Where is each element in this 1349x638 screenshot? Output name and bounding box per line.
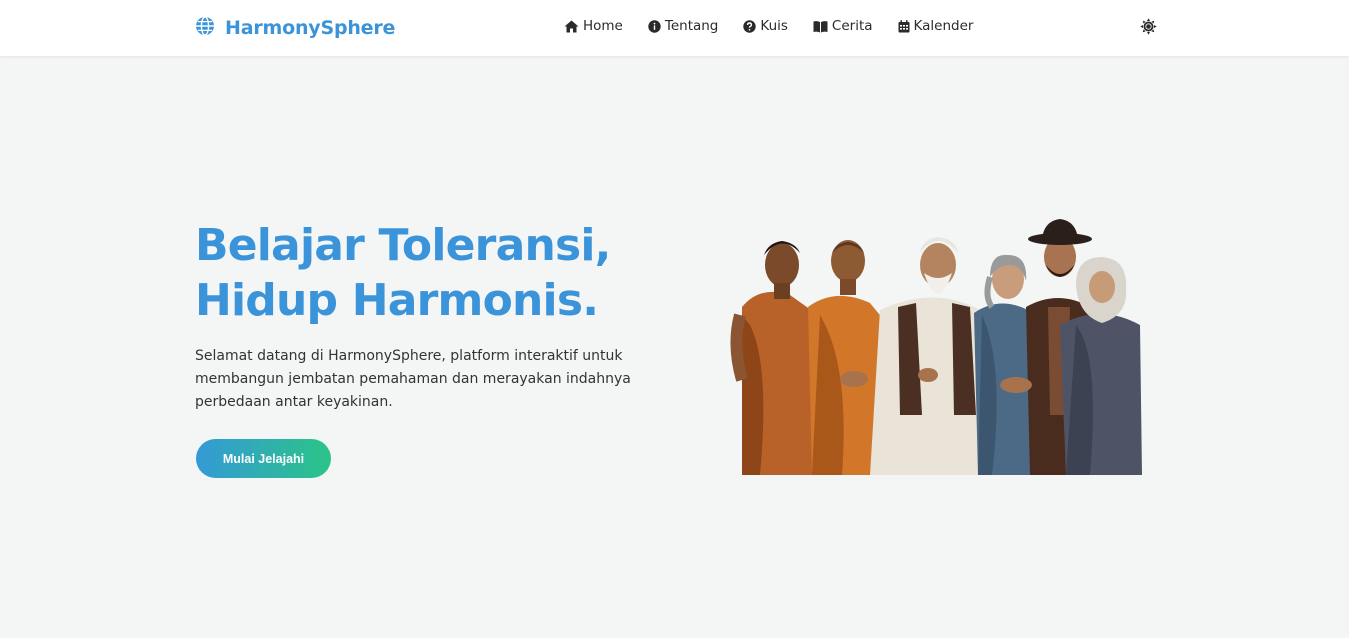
nav-cerita-label: Cerita — [831, 18, 873, 34]
hero-title: Belajar Toleransi, Hidup Harmonis. — [195, 218, 665, 328]
home-icon — [564, 20, 579, 33]
start-explore-button[interactable]: Mulai Jelajahi — [196, 439, 331, 478]
person-figure — [870, 237, 992, 475]
hero-illustration — [730, 215, 1155, 477]
brand-logo-link[interactable]: HarmonySphere — [195, 16, 395, 40]
nav-cerita[interactable]: Cerita — [813, 18, 873, 34]
question-icon — [743, 19, 757, 33]
globe-icon — [195, 16, 215, 40]
theme-toggle-button[interactable] — [1138, 17, 1158, 39]
hero-title-line-2: Hidup Harmonis. — [195, 275, 599, 326]
person-figure — [1060, 257, 1142, 475]
navbar: HarmonySphere Home Tentang Kuis Cerita K… — [0, 0, 1349, 56]
nav-home-label: Home — [583, 18, 623, 34]
sun-icon — [1139, 17, 1157, 39]
nav-kuis[interactable]: Kuis — [743, 18, 788, 34]
calendar-icon — [898, 19, 910, 33]
brand-name: HarmonySphere — [225, 17, 396, 39]
hero-title-line-1: Belajar Toleransi, — [195, 220, 611, 271]
nav-home[interactable]: Home — [564, 18, 623, 34]
nav-tentang[interactable]: Tentang — [648, 18, 719, 34]
hero-description: Selamat datang di HarmonySphere, platfor… — [195, 348, 631, 410]
nav-kalender-label: Kalender — [913, 18, 974, 34]
main-nav: Home Tentang Kuis Cerita Kalender — [564, 18, 973, 34]
nav-tentang-label: Tentang — [664, 18, 719, 34]
nav-kalender[interactable]: Kalender — [898, 18, 974, 34]
book-icon — [813, 20, 828, 33]
info-icon — [648, 19, 661, 33]
nav-kuis-label: Kuis — [760, 18, 788, 34]
